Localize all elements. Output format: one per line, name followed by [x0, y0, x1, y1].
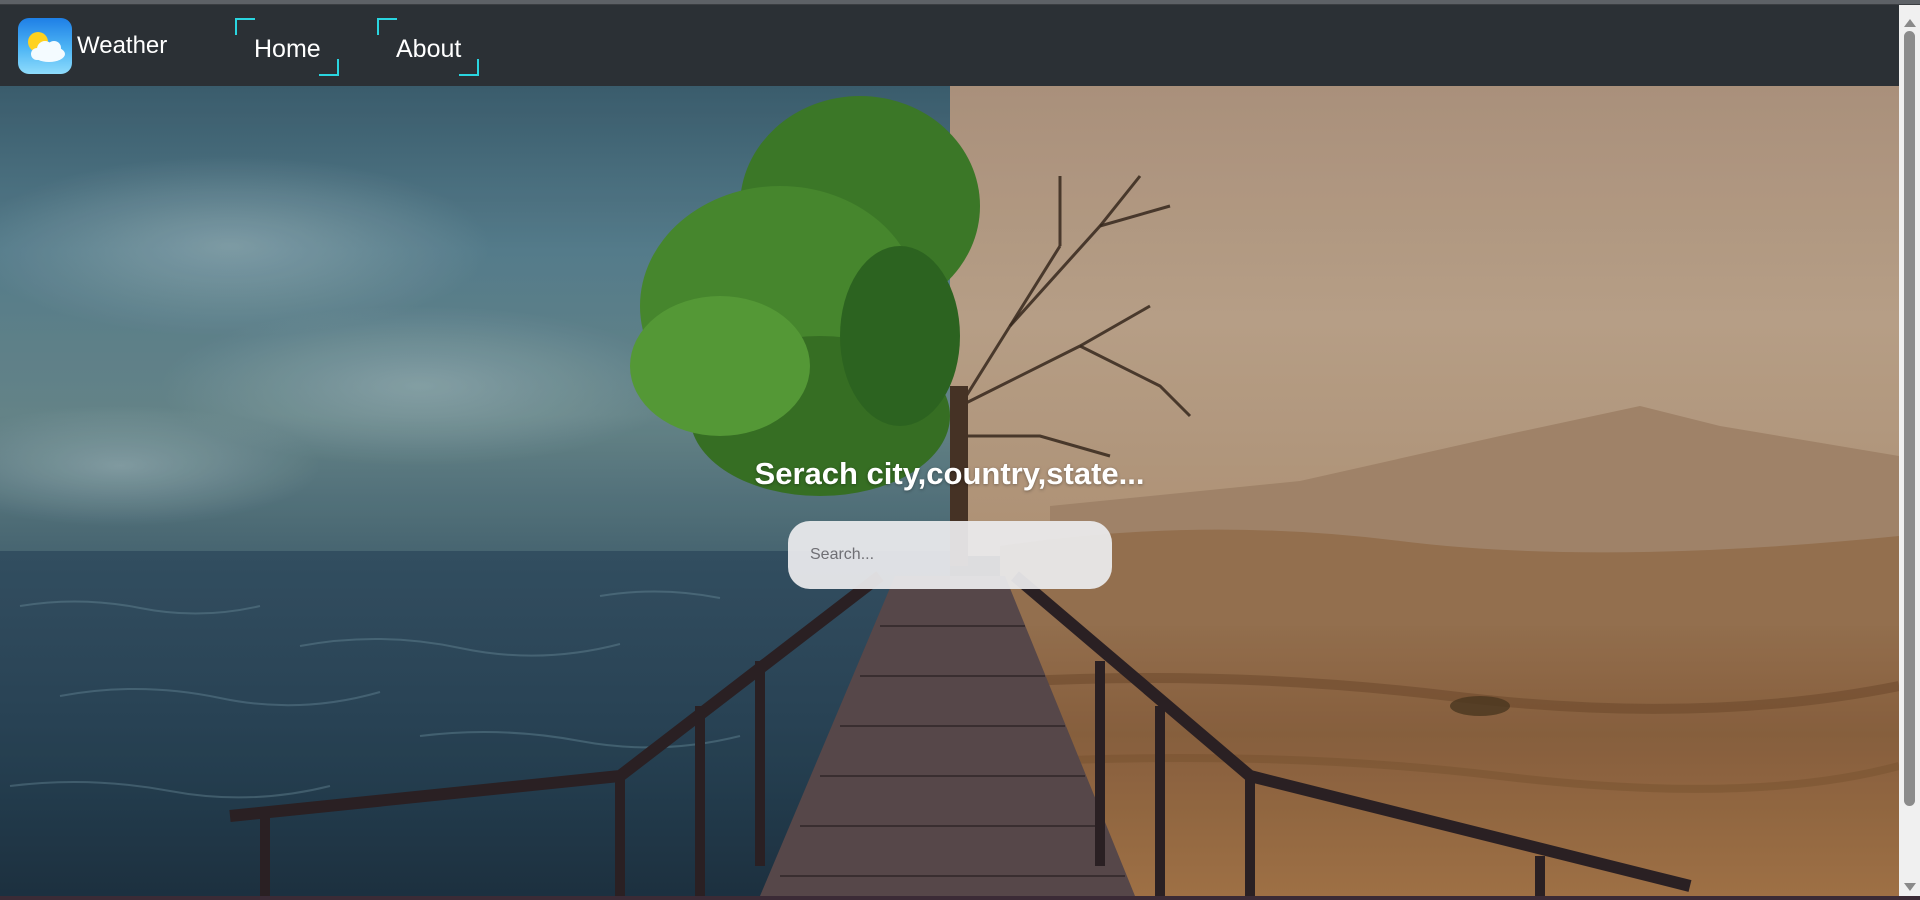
scroll-up-arrow-icon[interactable] — [1904, 19, 1916, 27]
bottom-edge — [0, 896, 1920, 900]
brand[interactable]: Weather — [18, 18, 167, 74]
hero-section: Serach city,country,state... — [0, 86, 1899, 896]
vertical-scrollbar[interactable] — [1899, 5, 1920, 896]
brand-name: Weather — [77, 32, 168, 59]
weather-logo-icon — [18, 18, 72, 74]
nav-link-about[interactable]: About — [377, 18, 479, 76]
nav-link-about-label: About — [396, 35, 462, 63]
corner-bracket-bottom-right — [319, 59, 339, 76]
scroll-down-arrow-icon[interactable] — [1904, 883, 1916, 891]
corner-bracket-top-left — [377, 18, 397, 35]
nav-link-home[interactable]: Home — [235, 18, 339, 76]
navbar: Weather Home About — [0, 5, 1899, 86]
scrollbar-thumb[interactable] — [1904, 31, 1915, 806]
nav-link-home-label: Home — [254, 35, 321, 63]
search-heading: Serach city,country,state... — [754, 456, 1145, 491]
corner-bracket-bottom-right — [459, 59, 479, 76]
corner-bracket-top-left — [235, 18, 255, 35]
search-input[interactable] — [788, 521, 1112, 589]
